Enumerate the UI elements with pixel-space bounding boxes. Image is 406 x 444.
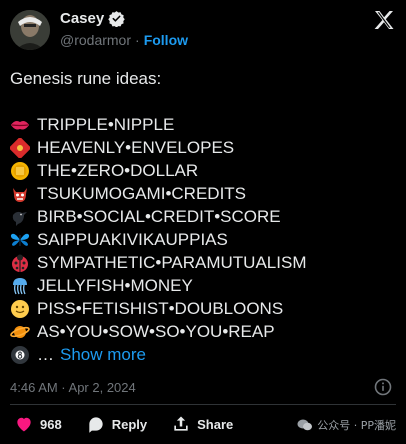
- rune-item: SYMPATHETIC•PARAMUTUALISM: [10, 251, 396, 274]
- avatar[interactable]: [10, 10, 50, 50]
- author-name-row[interactable]: Casey: [60, 10, 125, 28]
- rune-item: BIRB•SOCIAL•CREDIT•SCORE: [10, 205, 396, 228]
- tweet-timestamp[interactable]: 4:46 AM · Apr 2, 2024: [10, 380, 136, 395]
- ogre-icon: [10, 184, 30, 204]
- rune-item: SAIPPUAKIVIKAUPPIAS: [10, 228, 396, 251]
- author-handle[interactable]: @rodarmor: [60, 32, 131, 48]
- divider: [10, 404, 396, 405]
- eight-ball-icon: [10, 345, 30, 365]
- share-button[interactable]: Share: [171, 414, 233, 434]
- rune-name: JELLYFISH•MONEY: [37, 276, 193, 295]
- truncated-line: … Show more: [10, 343, 396, 366]
- watermark-text: 公众号 · PP潘妮: [317, 419, 396, 432]
- rune-item: PISS•FETISHIST•DOUBLOONS: [10, 297, 396, 320]
- x-logo-icon[interactable]: [372, 8, 396, 32]
- tweet-embed-card: Casey @rodarmor · Follow Genesis rune id…: [0, 0, 406, 444]
- rune-item: HEAVENLY•ENVELOPES: [10, 136, 396, 159]
- separator-dot: ·: [135, 32, 140, 48]
- rune-item: AS•YOU•SOW•SO•YOU•REAP: [10, 320, 396, 343]
- reply-button[interactable]: Reply: [86, 414, 147, 434]
- tweet-intro: Genesis rune ideas:: [10, 69, 162, 88]
- rune-name: BIRB•SOCIAL•CREDIT•SCORE: [37, 207, 281, 226]
- rune-list: TRIPPLE•NIPPLE HEAVENLY•ENVELOPES THE•ZE…: [10, 113, 396, 343]
- rune-name: SAIPPUAKIVIKAUPPIAS: [37, 230, 228, 249]
- wechat-icon: [297, 419, 313, 431]
- follow-button[interactable]: Follow: [144, 32, 188, 48]
- rune-item: TRIPPLE•NIPPLE: [10, 113, 396, 136]
- like-button[interactable]: 968: [14, 414, 62, 434]
- ladybug-icon: [10, 253, 30, 273]
- rune-name: AS•YOU•SOW•SO•YOU•REAP: [37, 322, 275, 341]
- watermark: 公众号 · PP潘妮: [297, 417, 396, 433]
- info-icon[interactable]: [374, 378, 392, 396]
- rune-name: TRIPPLE•NIPPLE: [37, 115, 175, 134]
- butterfly-icon: [10, 230, 30, 250]
- reply-label: Reply: [111, 416, 148, 432]
- rune-name: TSUKUMOGAMI•CREDITS: [37, 184, 247, 203]
- rune-name: SYMPATHETIC•PARAMUTUALISM: [37, 253, 307, 272]
- lips-icon: [10, 115, 30, 135]
- share-label: Share: [197, 416, 234, 432]
- tweet-body: Genesis rune ideas: TRIPPLE•NIPPLE HEAVE…: [10, 67, 396, 366]
- rune-name: PISS•FETISHIST•DOUBLOONS: [37, 299, 284, 318]
- share-icon: [174, 416, 188, 431]
- planet-icon: [10, 322, 30, 342]
- verified-badge-icon: [108, 10, 125, 28]
- like-count: 968: [40, 416, 62, 432]
- show-more-link[interactable]: Show more: [60, 343, 146, 366]
- rune-item: TSUKUMOGAMI•CREDITS: [10, 182, 396, 205]
- smiley-icon: [10, 299, 30, 319]
- crow-icon: [10, 207, 30, 227]
- author-name[interactable]: Casey: [60, 10, 104, 27]
- rune-item: THE•ZERO•DOLLAR: [10, 159, 396, 182]
- rune-name: THE•ZERO•DOLLAR: [37, 161, 199, 180]
- rune-name: HEAVENLY•ENVELOPES: [37, 138, 235, 157]
- ellipsis: …: [37, 345, 54, 364]
- jellyfish-icon: [10, 276, 30, 296]
- reply-icon: [89, 417, 103, 433]
- author-subline: @rodarmor · Follow: [60, 32, 188, 48]
- coin-icon: [10, 161, 30, 181]
- rune-item: JELLYFISH•MONEY: [10, 274, 396, 297]
- red-envelope-icon: [10, 137, 30, 158]
- heart-icon: [17, 417, 31, 432]
- action-bar: 968 Reply Share: [14, 414, 257, 434]
